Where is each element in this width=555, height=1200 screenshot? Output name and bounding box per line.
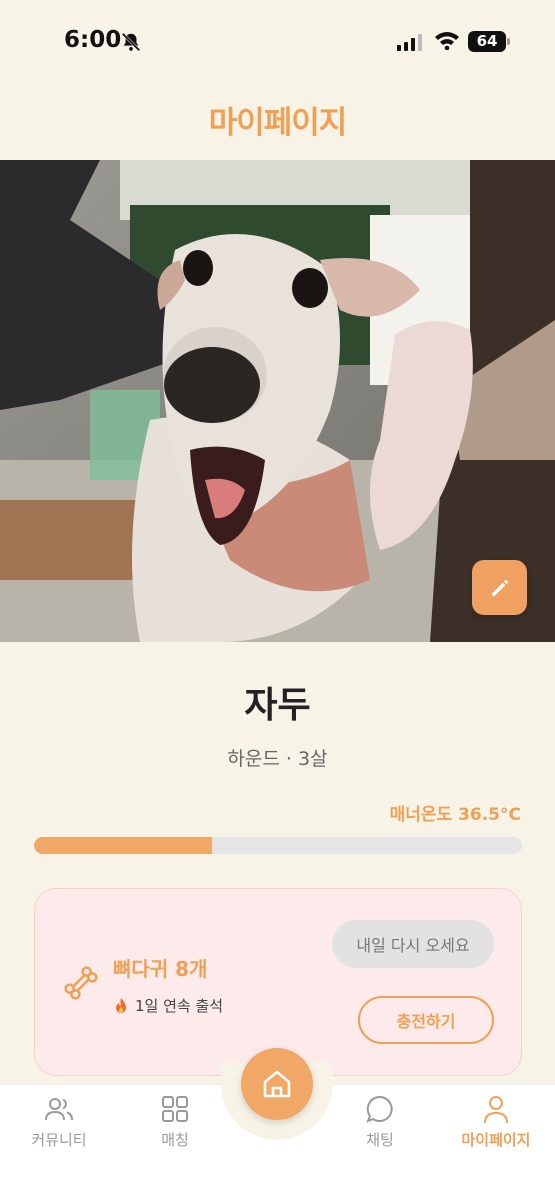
grid-icon xyxy=(162,1096,188,1122)
pet-breed-age: 하운드 · 3살 xyxy=(227,748,328,770)
manner-temperature-fill xyxy=(34,837,213,854)
nav-mypage[interactable]: 마이페이지 xyxy=(441,1091,551,1150)
battery-icon: 64 xyxy=(468,31,510,52)
streak-text: 1일 연속 출석 xyxy=(135,997,224,1015)
chat-bubble-icon xyxy=(366,1095,393,1123)
edit-photo-button[interactable] xyxy=(472,560,527,615)
nav-community-label: 커뮤니티 xyxy=(31,1131,87,1149)
nav-community[interactable]: 커뮤니티 xyxy=(4,1091,114,1150)
nav-matching[interactable]: 매칭 xyxy=(120,1091,230,1150)
signal-icon xyxy=(397,33,422,51)
pencil-icon xyxy=(491,579,508,596)
bell-muted-icon xyxy=(121,32,141,52)
home-button[interactable] xyxy=(241,1048,313,1120)
home-icon xyxy=(263,1070,291,1098)
bone-icon xyxy=(64,966,98,1000)
come-back-tomorrow-button[interactable]: 내일 다시 오세요 xyxy=(332,920,494,968)
nav-chat[interactable]: 채팅 xyxy=(325,1091,435,1150)
charge-button[interactable]: 충전하기 xyxy=(358,996,494,1044)
attendance-streak: 1일 연속 출석 xyxy=(113,995,223,1016)
status-time: 6:00 xyxy=(64,27,122,53)
manner-temperature-label: 매너온도 36.5°C xyxy=(389,805,521,825)
nav-chat-label: 채팅 xyxy=(366,1131,394,1149)
manner-temperature-bar xyxy=(34,837,522,854)
nav-mypage-label: 마이페이지 xyxy=(461,1131,531,1149)
status-bar: 6:00 64 xyxy=(0,0,555,84)
page-title: 마이페이지 xyxy=(208,105,348,141)
fire-icon xyxy=(116,997,126,1013)
nav-matching-label: 매칭 xyxy=(161,1131,189,1149)
wifi-icon xyxy=(435,32,459,50)
users-icon xyxy=(45,1098,73,1121)
pet-name: 자두 xyxy=(244,685,311,726)
bones-count: 뼈다귀 8개 xyxy=(113,957,208,981)
person-icon xyxy=(484,1096,508,1124)
